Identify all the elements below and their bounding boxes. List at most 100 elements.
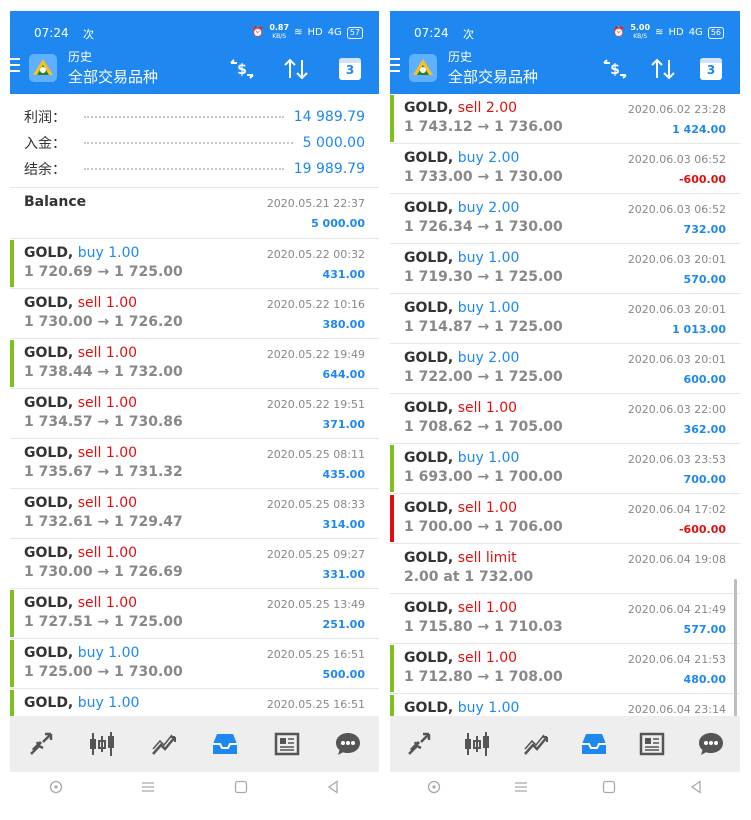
chat-icon[interactable] (694, 727, 728, 761)
trade-direction: sell 1.00 (73, 345, 138, 361)
trade-prices: 1 743.12 → 1 736.00 (404, 119, 563, 135)
chart-icon[interactable] (460, 727, 494, 761)
trade-row[interactable]: GOLD, sell 1.00 1 715.80 → 1 710.03 2020.0… (390, 594, 740, 644)
trade-time: 2020.06.03 06:52 (627, 153, 726, 166)
trade-direction: sell 1.00 (73, 545, 138, 561)
trade-direction: buy 1.00 (73, 645, 140, 661)
recent-circle-icon[interactable] (427, 780, 441, 798)
trade-symbol: GOLD, sell 1.00 (24, 495, 138, 511)
trade-row[interactable]: GOLD, sell 1.00 1 727.51 → 1 725.00 2020.0… (10, 589, 379, 639)
trade-direction: sell 1.00 (453, 400, 518, 416)
trade-icon[interactable] (402, 727, 436, 761)
trade-profit: 331.00 (322, 568, 365, 581)
trade-profit: 1 013.00 (672, 323, 726, 336)
chart-icon[interactable] (85, 727, 119, 761)
trade-row[interactable]: GOLD, sell 2.00 1 743.12 → 1 736.00 2020.0… (390, 94, 740, 144)
trade-direction: sell 2.00 (453, 100, 518, 116)
menu-lines-icon[interactable] (141, 780, 155, 798)
menu-lines-icon[interactable] (514, 780, 528, 798)
trade-row[interactable]: GOLD, buy 1.001 705.86 → 1 712.002020.06… (390, 694, 740, 716)
calendar-icon[interactable]: 3 (335, 55, 365, 83)
trade-prices: 1 712.80 → 1 708.00 (404, 669, 563, 685)
trade-profit: 700.00 (683, 473, 726, 486)
trade-time: 2020.06.03 06:52 (627, 203, 726, 216)
trade-symbol: GOLD, buy 1.00 (404, 700, 520, 716)
trade-time: 2020.05.25 16:51 (266, 648, 365, 661)
trade-prices: 1 715.80 → 1 710.03 (404, 619, 563, 635)
trade-row[interactable]: GOLD, sell 1.00 1 730.00 → 1 726.20 2020.0… (10, 289, 379, 339)
trade-row[interactable]: GOLD, sell 1.00 1 732.61 → 1 729.47 2020.0… (10, 489, 379, 539)
header-title[interactable]: 全部交易品种 (448, 66, 538, 87)
status-note: 次 (463, 28, 474, 41)
analytics-icon[interactable] (519, 727, 553, 761)
trade-time: 2020.05.22 00:32 (266, 248, 365, 261)
history-icon[interactable] (208, 727, 242, 761)
trade-row[interactable]: GOLD, buy 1.00 1 719.30 → 1 725.00 2020.06… (390, 244, 740, 294)
chat-icon[interactable] (331, 727, 365, 761)
home-square-icon[interactable] (234, 780, 248, 798)
trade-time: 2020.05.25 08:11 (266, 448, 365, 461)
summary-block: 利润： 14 989.79 入金： 5 000.00 结余： 19 989.79 (10, 94, 379, 188)
svg-text:$: $ (610, 62, 620, 78)
trade-row[interactable]: GOLD, buy 2.00 1 733.00 → 1 730.00 2020.06… (390, 144, 740, 194)
trade-direction: sell 1.00 (453, 500, 518, 516)
trade-row[interactable]: GOLD, sell 1.00 1 700.00 → 1 706.00 2020.0… (390, 494, 740, 544)
news-icon[interactable] (270, 727, 304, 761)
header-title[interactable]: 全部交易品种 (68, 66, 158, 87)
trade-row[interactable]: GOLD, buy 1.00 1 720.69 → 1 725.00 2020.05… (10, 239, 379, 289)
balance-row[interactable]: Balance 2020.05.21 22:37 5 000.00 (10, 188, 379, 239)
trade-row[interactable]: GOLD, sell 1.00 1 708.62 → 1 705.00 2020.0… (390, 394, 740, 444)
trade-row[interactable]: GOLD, buy 2.00 1 722.00 → 1 725.00 2020.06… (390, 344, 740, 394)
trade-icon[interactable] (24, 727, 58, 761)
history-list[interactable]: GOLD, sell 2.00 1 743.12 → 1 736.00 2020.0… (390, 94, 740, 716)
home-square-icon[interactable] (602, 780, 616, 798)
trade-row[interactable]: GOLD, buy 1.00 1 725.00 → 1 730.00 2020.05… (10, 639, 379, 689)
trade-row[interactable]: GOLD, sell 1.00 1 735.67 → 1 731.32 2020.0… (10, 439, 379, 489)
trade-row[interactable]: GOLD, buy 2.00 1 726.34 → 1 730.00 2020.06… (390, 194, 740, 244)
trade-prices: 1 738.44 → 1 732.00 (24, 364, 183, 380)
header-subtitle: 历史 (68, 50, 93, 64)
trade-row[interactable]: GOLD, buy 1.00 1 693.00 → 1 700.00 2020.06… (390, 444, 740, 494)
signal-label: 4G (688, 27, 703, 38)
trade-row[interactable]: GOLD, sell limit 2.00 at 1 732.00 2020.06.… (390, 544, 740, 594)
menu-icon[interactable] (390, 58, 402, 76)
battery-icon: 57 (346, 26, 363, 39)
trade-symbol: GOLD, buy 1.00 (404, 250, 520, 266)
trade-symbol: GOLD, buy 2.00 (404, 200, 520, 216)
trade-prices: 1 733.00 → 1 730.00 (404, 169, 563, 185)
back-triangle-icon[interactable] (326, 780, 340, 798)
trade-prices: 1 720.69 → 1 725.00 (24, 264, 183, 280)
sort-icon[interactable] (648, 55, 678, 83)
trade-time: 2020.06.04 21:53 (627, 653, 726, 666)
status-note: 次 (83, 28, 94, 41)
back-triangle-icon[interactable] (689, 780, 703, 798)
trade-profit: 314.00 (322, 518, 365, 531)
trade-row[interactable]: GOLD, buy 1.00 2020.05.25 16:51 (10, 689, 379, 716)
trade-row[interactable]: GOLD, sell 1.00 1 738.44 → 1 732.00 2020.0… (10, 339, 379, 389)
summary-balance: 结余： 19 989.79 (24, 161, 365, 178)
trade-row[interactable]: GOLD, sell 1.00 1 730.00 → 1 726.69 2020.0… (10, 539, 379, 589)
network-speed: 0.87 KB/S (269, 23, 290, 41)
trade-row[interactable]: GOLD, sell 1.00 1 712.80 → 1 708.00 2020.0… (390, 644, 740, 694)
calendar-icon[interactable]: 3 (696, 55, 726, 83)
recent-circle-icon[interactable] (49, 780, 63, 798)
news-icon[interactable] (635, 727, 669, 761)
trade-row[interactable]: GOLD, sell 1.00 1 734.57 → 1 730.86 2020.0… (10, 389, 379, 439)
currency-icon[interactable]: $ (600, 55, 630, 83)
trade-prices: 1 719.30 → 1 725.00 (404, 269, 563, 285)
trade-direction: sell 1.00 (73, 445, 138, 461)
sort-icon[interactable] (281, 55, 311, 83)
trade-row[interactable]: GOLD, buy 1.00 1 714.87 → 1 725.00 2020.06… (390, 294, 740, 344)
trade-direction: buy 1.00 (453, 450, 520, 466)
trade-direction: buy 1.00 (73, 695, 140, 711)
position-marker (390, 95, 394, 142)
history-list[interactable]: 利润： 14 989.79 入金： 5 000.00 结余： 19 989.79… (10, 94, 379, 716)
analytics-icon[interactable] (147, 727, 181, 761)
scrollbar[interactable] (734, 579, 737, 716)
currency-icon[interactable]: $ (227, 55, 257, 83)
trade-time: 2020.05.25 09:27 (266, 548, 365, 561)
trade-symbol: GOLD, buy 1.00 (24, 645, 140, 661)
menu-icon[interactable] (10, 58, 22, 76)
history-icon[interactable] (577, 727, 611, 761)
position-marker (10, 590, 14, 637)
